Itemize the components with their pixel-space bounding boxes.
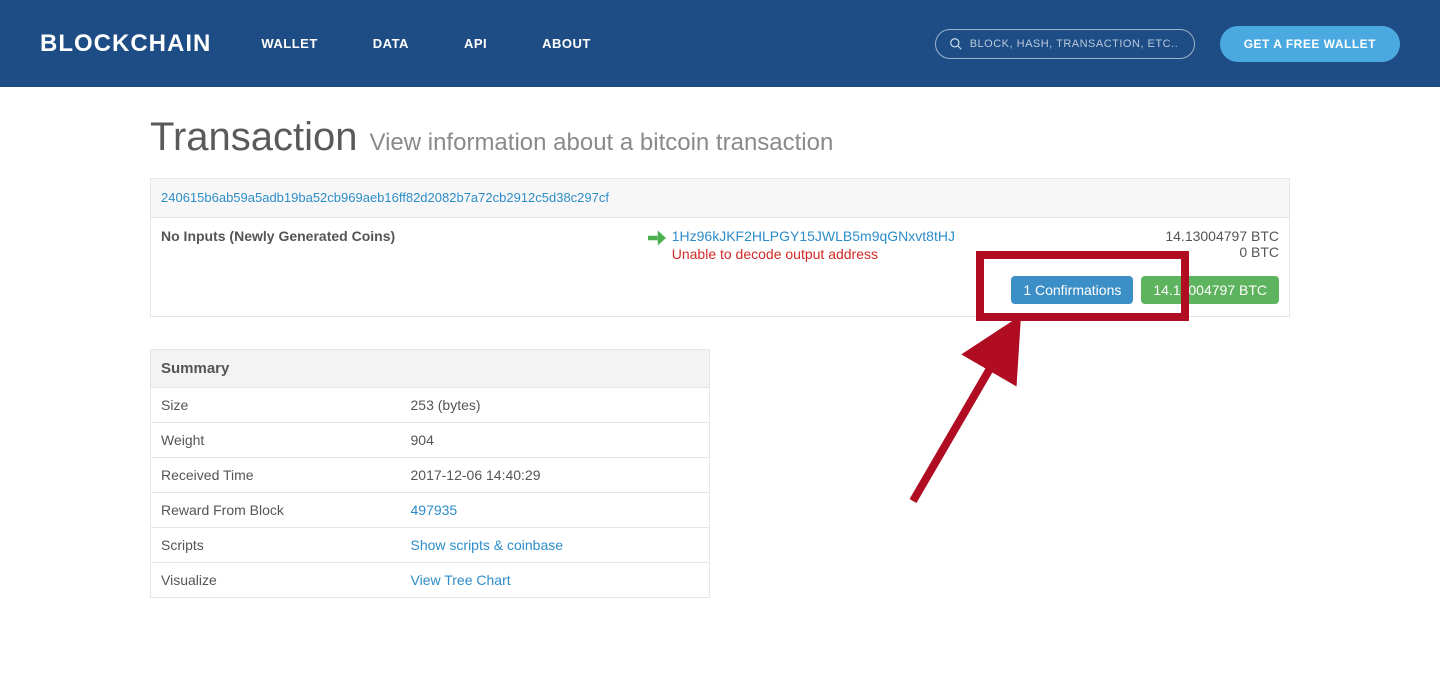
main-container: Transaction View information about a bit… xyxy=(150,115,1290,638)
page-title: Transaction xyxy=(150,115,358,160)
logo[interactable]: BLOCKCHAIN xyxy=(40,30,211,58)
table-row: Size 253 (bytes) xyxy=(151,388,710,423)
tx-hash-link[interactable]: 240615b6ab59a5adb19ba52cb969aeb16ff82d20… xyxy=(161,190,609,205)
search-wrap xyxy=(935,29,1195,59)
tx-output-amount-2: 0 BTC xyxy=(1079,244,1279,260)
summary-size-label: Size xyxy=(151,388,401,423)
nav-api[interactable]: API xyxy=(464,36,487,51)
arrow-right-icon xyxy=(648,230,666,246)
confirmations-badge[interactable]: 1 Confirmations xyxy=(1011,276,1133,304)
nav-wallet[interactable]: WALLET xyxy=(261,36,317,51)
tx-total-row: 1 Confirmations 14.13004797 BTC xyxy=(151,276,1289,316)
show-scripts-link[interactable]: Show scripts & coinbase xyxy=(411,537,564,553)
summary-reward-label: Reward From Block xyxy=(151,493,401,528)
tx-output-amounts: 14.13004797 BTC 0 BTC xyxy=(1079,228,1279,262)
get-wallet-button[interactable]: GET A FREE WALLET xyxy=(1220,26,1400,62)
tx-outputs: 1Hz96kJKF2HLPGY15JWLB5m9qGNxvt8tHJ Unabl… xyxy=(672,228,1079,262)
summary-header: Summary xyxy=(151,350,710,388)
table-row: Visualize View Tree Chart xyxy=(151,563,710,598)
main-nav: WALLET DATA API ABOUT xyxy=(261,36,591,51)
arrow-wrap xyxy=(642,228,672,262)
summary-visualize-label: Visualize xyxy=(151,563,401,598)
table-row: Received Time 2017-12-06 14:40:29 xyxy=(151,458,710,493)
table-row: Weight 904 xyxy=(151,423,710,458)
tx-output-amount-1: 14.13004797 BTC xyxy=(1079,228,1279,244)
transaction-box: 240615b6ab59a5adb19ba52cb969aeb16ff82d20… xyxy=(150,178,1290,317)
reward-block-link[interactable]: 497935 xyxy=(411,502,458,518)
summary-received-label: Received Time xyxy=(151,458,401,493)
summary-weight-label: Weight xyxy=(151,423,401,458)
summary-received-value: 2017-12-06 14:40:29 xyxy=(401,458,710,493)
summary-weight-value: 904 xyxy=(401,423,710,458)
summary-size-value: 253 (bytes) xyxy=(401,388,710,423)
header-right: GET A FREE WALLET xyxy=(935,26,1400,62)
tx-output-address-link[interactable]: 1Hz96kJKF2HLPGY15JWLB5m9qGNxvt8tHJ xyxy=(672,228,955,244)
view-tree-chart-link[interactable]: View Tree Chart xyxy=(411,572,511,588)
nav-data[interactable]: DATA xyxy=(373,36,409,51)
page-title-row: Transaction View information about a bit… xyxy=(150,115,1290,160)
total-btc-badge[interactable]: 14.13004797 BTC xyxy=(1141,276,1279,304)
decode-error-text: Unable to decode output address xyxy=(672,246,1079,262)
site-header: BLOCKCHAIN WALLET DATA API ABOUT GET A F… xyxy=(0,0,1440,87)
table-row: Scripts Show scripts & coinbase xyxy=(151,528,710,563)
search-input[interactable] xyxy=(935,29,1195,59)
tx-body: No Inputs (Newly Generated Coins) 1Hz96k… xyxy=(151,218,1289,276)
table-row: Reward From Block 497935 xyxy=(151,493,710,528)
nav-about[interactable]: ABOUT xyxy=(542,36,591,51)
tx-inputs-label: No Inputs (Newly Generated Coins) xyxy=(161,228,642,262)
summary-scripts-label: Scripts xyxy=(151,528,401,563)
tx-hash-row: 240615b6ab59a5adb19ba52cb969aeb16ff82d20… xyxy=(151,179,1289,218)
summary-table: Summary Size 253 (bytes) Weight 904 Rece… xyxy=(150,349,710,598)
page-subtitle: View information about a bitcoin transac… xyxy=(370,129,834,157)
